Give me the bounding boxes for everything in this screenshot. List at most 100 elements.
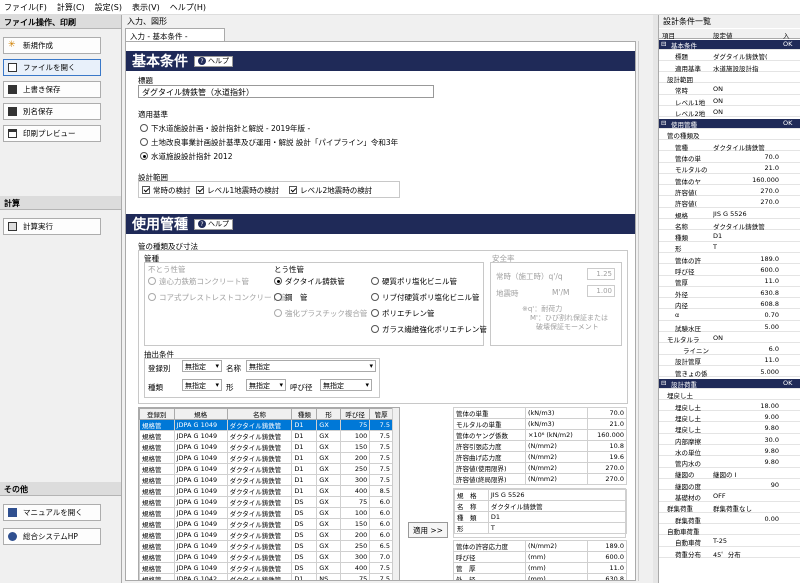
flexible-option-gfrpe[interactable]: ガラス繊維強化ポリエチレン管 bbox=[371, 324, 487, 335]
menu-file[interactable]: ファイル(F) bbox=[4, 2, 47, 13]
table-header[interactable]: 種類 bbox=[291, 408, 318, 420]
collapse-icon[interactable]: ⊟ bbox=[661, 379, 666, 387]
condition-row[interactable]: α 0.70 bbox=[659, 311, 800, 321]
table-header[interactable]: 管厚 bbox=[369, 408, 393, 420]
condition-row[interactable]: 基礎材の OFF bbox=[659, 492, 800, 502]
name-select[interactable]: 無指定 bbox=[246, 360, 376, 372]
save-as-button[interactable]: 別名保存 bbox=[3, 103, 101, 120]
condition-row[interactable]: 内径 608.8 bbox=[659, 300, 800, 310]
condition-row[interactable]: 管体の単 70.0 bbox=[659, 153, 800, 163]
reg-select[interactable]: 無指定 bbox=[182, 360, 222, 372]
condition-row[interactable]: 設計荷重 ⊟ OK bbox=[659, 379, 800, 389]
flexible-option-frp[interactable]: 強化プラスチック複合管 bbox=[274, 308, 367, 319]
table-row[interactable]: 規格管 JDPA G 1049 ダクタイル鋳鉄管 DS GX 75 6.0 bbox=[139, 496, 393, 508]
table-row[interactable]: 規格管 JDPA G 1042 ダクタイル鋳鉄管 D1 NS 75 7.5 bbox=[139, 573, 393, 580]
form-select[interactable]: 無指定 bbox=[246, 379, 286, 391]
condition-row[interactable]: 群集荷重 群集荷重なし bbox=[659, 503, 800, 513]
apply-button[interactable]: 適用 >> bbox=[408, 522, 448, 538]
condition-row[interactable]: 管の種類及 bbox=[659, 130, 800, 140]
condition-row[interactable]: 水の単位 9.80 bbox=[659, 447, 800, 457]
condition-row[interactable]: レベル2地 ON bbox=[659, 108, 800, 118]
condition-row[interactable]: 常時 ON bbox=[659, 85, 800, 95]
condition-row[interactable]: 管きょの係 5.000 bbox=[659, 368, 800, 378]
table-header[interactable]: 名称 bbox=[226, 408, 293, 420]
condition-row[interactable]: モルタルラ ON bbox=[659, 334, 800, 344]
safety-normal-input[interactable]: 1.25 bbox=[587, 268, 615, 280]
system-hp-button[interactable]: 総合システムHP bbox=[3, 528, 101, 545]
new-button[interactable]: ✳ 新規作成 bbox=[3, 37, 101, 54]
table-row[interactable]: 規格管 JDPA G 1049 ダクタイル鋳鉄管 DS GX 300 7.0 bbox=[139, 551, 393, 563]
condition-row[interactable]: 設計範囲 bbox=[659, 74, 800, 84]
table-row[interactable]: 規格管 JDPA G 1049 ダクタイル鋳鉄管 D1 GX 75 7.5 bbox=[139, 419, 393, 431]
condition-row[interactable]: 荷重分布 45゜分布 bbox=[659, 549, 800, 559]
condition-row[interactable]: 管種 ダクタイル鋳鉄管 bbox=[659, 142, 800, 152]
table-row[interactable]: 規格管 JDPA G 1049 ダクタイル鋳鉄管 D1 GX 300 7.5 bbox=[139, 474, 393, 486]
flexible-option-ductile[interactable]: ダクタイル鋳鉄管 bbox=[274, 276, 345, 287]
condition-row[interactable]: 規格 JIS G 5526 bbox=[659, 210, 800, 220]
open-file-button[interactable]: ファイルを開く bbox=[3, 59, 101, 76]
condition-row[interactable]: 名称 ダクタイル鋳鉄管 bbox=[659, 221, 800, 231]
table-row[interactable]: 規格管 JDPA G 1049 ダクタイル鋳鉄管 DS GX 200 6.0 bbox=[139, 529, 393, 541]
condition-row[interactable]: モルタルの 21.0 bbox=[659, 164, 800, 174]
flexible-option-pvc[interactable]: 硬質ポリ塩化ビニル管 bbox=[371, 276, 457, 287]
condition-row[interactable]: 内部摩擦 30.0 bbox=[659, 436, 800, 446]
standard-option-1[interactable]: 下水道施設計画・設計指針と解説 - 2019年版 - bbox=[140, 123, 310, 134]
table-row[interactable]: 規格管 JDPA G 1049 ダクタイル鋳鉄管 D1 GX 250 7.5 bbox=[139, 463, 393, 475]
table-row[interactable]: 規格管 JDPA G 1049 ダクタイル鋳鉄管 DS GX 400 7.5 bbox=[139, 562, 393, 574]
table-row[interactable]: 規格管 JDPA G 1049 ダクタイル鋳鉄管 D1 GX 150 7.5 bbox=[139, 441, 393, 453]
condition-row[interactable]: 管厚 11.0 bbox=[659, 277, 800, 287]
dia-select[interactable]: 無指定 bbox=[320, 379, 372, 391]
help-button-pipe[interactable]: ? ヘルプ bbox=[194, 218, 233, 230]
title-input[interactable]: ダグタイル鋳鉄管（水道指針） bbox=[138, 85, 434, 98]
check-normal[interactable]: 常時の検討 bbox=[142, 185, 191, 196]
menu-help[interactable]: ヘルプ(H) bbox=[170, 2, 206, 13]
condition-row[interactable]: 埋戻し土 18.00 bbox=[659, 402, 800, 412]
condition-row[interactable]: レベル1地 ON bbox=[659, 97, 800, 107]
condition-row[interactable]: 許容値(270.0 bbox=[659, 198, 800, 208]
tab-basic-conditions[interactable]: 入力 - 基本条件 - bbox=[125, 28, 225, 41]
condition-row[interactable]: 群集荷重 0.00 bbox=[659, 515, 800, 525]
help-button-basic[interactable]: ? ヘルプ bbox=[194, 55, 233, 67]
table-row[interactable]: 規格管 JDPA G 1049 ダクタイル鋳鉄管 D1 GX 200 7.5 bbox=[139, 452, 393, 464]
standard-option-3[interactable]: 水道施設設計指針 2012 bbox=[140, 151, 232, 162]
condition-row[interactable]: 使用管種 ⊟ OK bbox=[659, 119, 800, 129]
condition-row[interactable]: 自動車荷 T-25 bbox=[659, 537, 800, 547]
check-level2[interactable]: レベル2地震時の検討 bbox=[289, 185, 372, 196]
condition-row[interactable]: 基本条件 ⊟ OK bbox=[659, 40, 800, 50]
print-preview-button[interactable]: 印刷プレビュー bbox=[3, 125, 101, 142]
condition-row[interactable]: 継図の度 90 bbox=[659, 481, 800, 491]
table-row[interactable]: 規格管 JDPA G 1049 ダクタイル鋳鉄管 D1 GX 100 7.5 bbox=[139, 430, 393, 442]
condition-row[interactable]: 適用基準 水道施設設計指 bbox=[659, 63, 800, 73]
check-level1[interactable]: レベル1地震時の検討 bbox=[196, 185, 279, 196]
menu-settings[interactable]: 設定(S) bbox=[95, 2, 122, 13]
table-header[interactable]: 呼び径 bbox=[340, 408, 371, 420]
condition-row[interactable]: 種類 D1 bbox=[659, 232, 800, 242]
rigid-option-2[interactable]: コア式プレストレストコンクリート管 bbox=[148, 292, 287, 303]
save-button[interactable]: 上書き保存 bbox=[3, 81, 101, 98]
table-row[interactable]: 規格管 JDPA G 1049 ダクタイル鋳鉄管 DS GX 250 6.5 bbox=[139, 540, 393, 552]
table-row[interactable]: 規格管 JDPA G 1049 ダクタイル鋳鉄管 DS GX 100 6.0 bbox=[139, 507, 393, 519]
safety-quake-input[interactable]: 1.00 bbox=[587, 285, 615, 297]
run-calc-button[interactable]: 計算実行 bbox=[3, 218, 101, 235]
center-scrollbar[interactable] bbox=[638, 41, 653, 581]
condition-row[interactable]: 許容値(270.0 bbox=[659, 187, 800, 197]
rigid-option-1[interactable]: 遠心力鉄筋コンクリート管 bbox=[148, 276, 249, 287]
condition-row[interactable]: 標題 ダグタイル鋳鉄管( bbox=[659, 51, 800, 61]
condition-row[interactable]: 埋戻し土 9.80 bbox=[659, 424, 800, 434]
kind-filter-select[interactable]: 無指定 bbox=[182, 379, 222, 391]
table-row[interactable]: 規格管 JDPA G 1049 ダクタイル鋳鉄管 D1 GX 400 8.5 bbox=[139, 485, 393, 497]
standard-option-2[interactable]: 土地改良事業計画設計基準及び運用・解説 設計「パイプライン」令和3年 bbox=[140, 137, 398, 148]
table-scrollbar[interactable] bbox=[392, 408, 399, 580]
collapse-icon[interactable]: ⊟ bbox=[661, 40, 666, 48]
condition-row[interactable]: ライニン 6.0 bbox=[659, 345, 800, 355]
flexible-option-ribbed-pvc[interactable]: リブ付硬質ポリ塩化ビニル管 bbox=[371, 292, 480, 303]
flexible-option-steel[interactable]: 鋼 管 bbox=[274, 292, 308, 303]
table-header[interactable]: 形 bbox=[316, 408, 342, 420]
menu-view[interactable]: 表示(V) bbox=[132, 2, 160, 13]
menu-calc[interactable]: 計算(C) bbox=[57, 2, 85, 13]
condition-row[interactable]: 外径 630.8 bbox=[659, 289, 800, 299]
condition-row[interactable]: 設計管厚 11.0 bbox=[659, 356, 800, 366]
table-row[interactable]: 規格管 JDPA G 1049 ダクタイル鋳鉄管 DS GX 150 6.0 bbox=[139, 518, 393, 530]
table-header[interactable]: 登録別 bbox=[139, 408, 175, 420]
condition-row[interactable]: 自動車荷重 bbox=[659, 526, 800, 536]
